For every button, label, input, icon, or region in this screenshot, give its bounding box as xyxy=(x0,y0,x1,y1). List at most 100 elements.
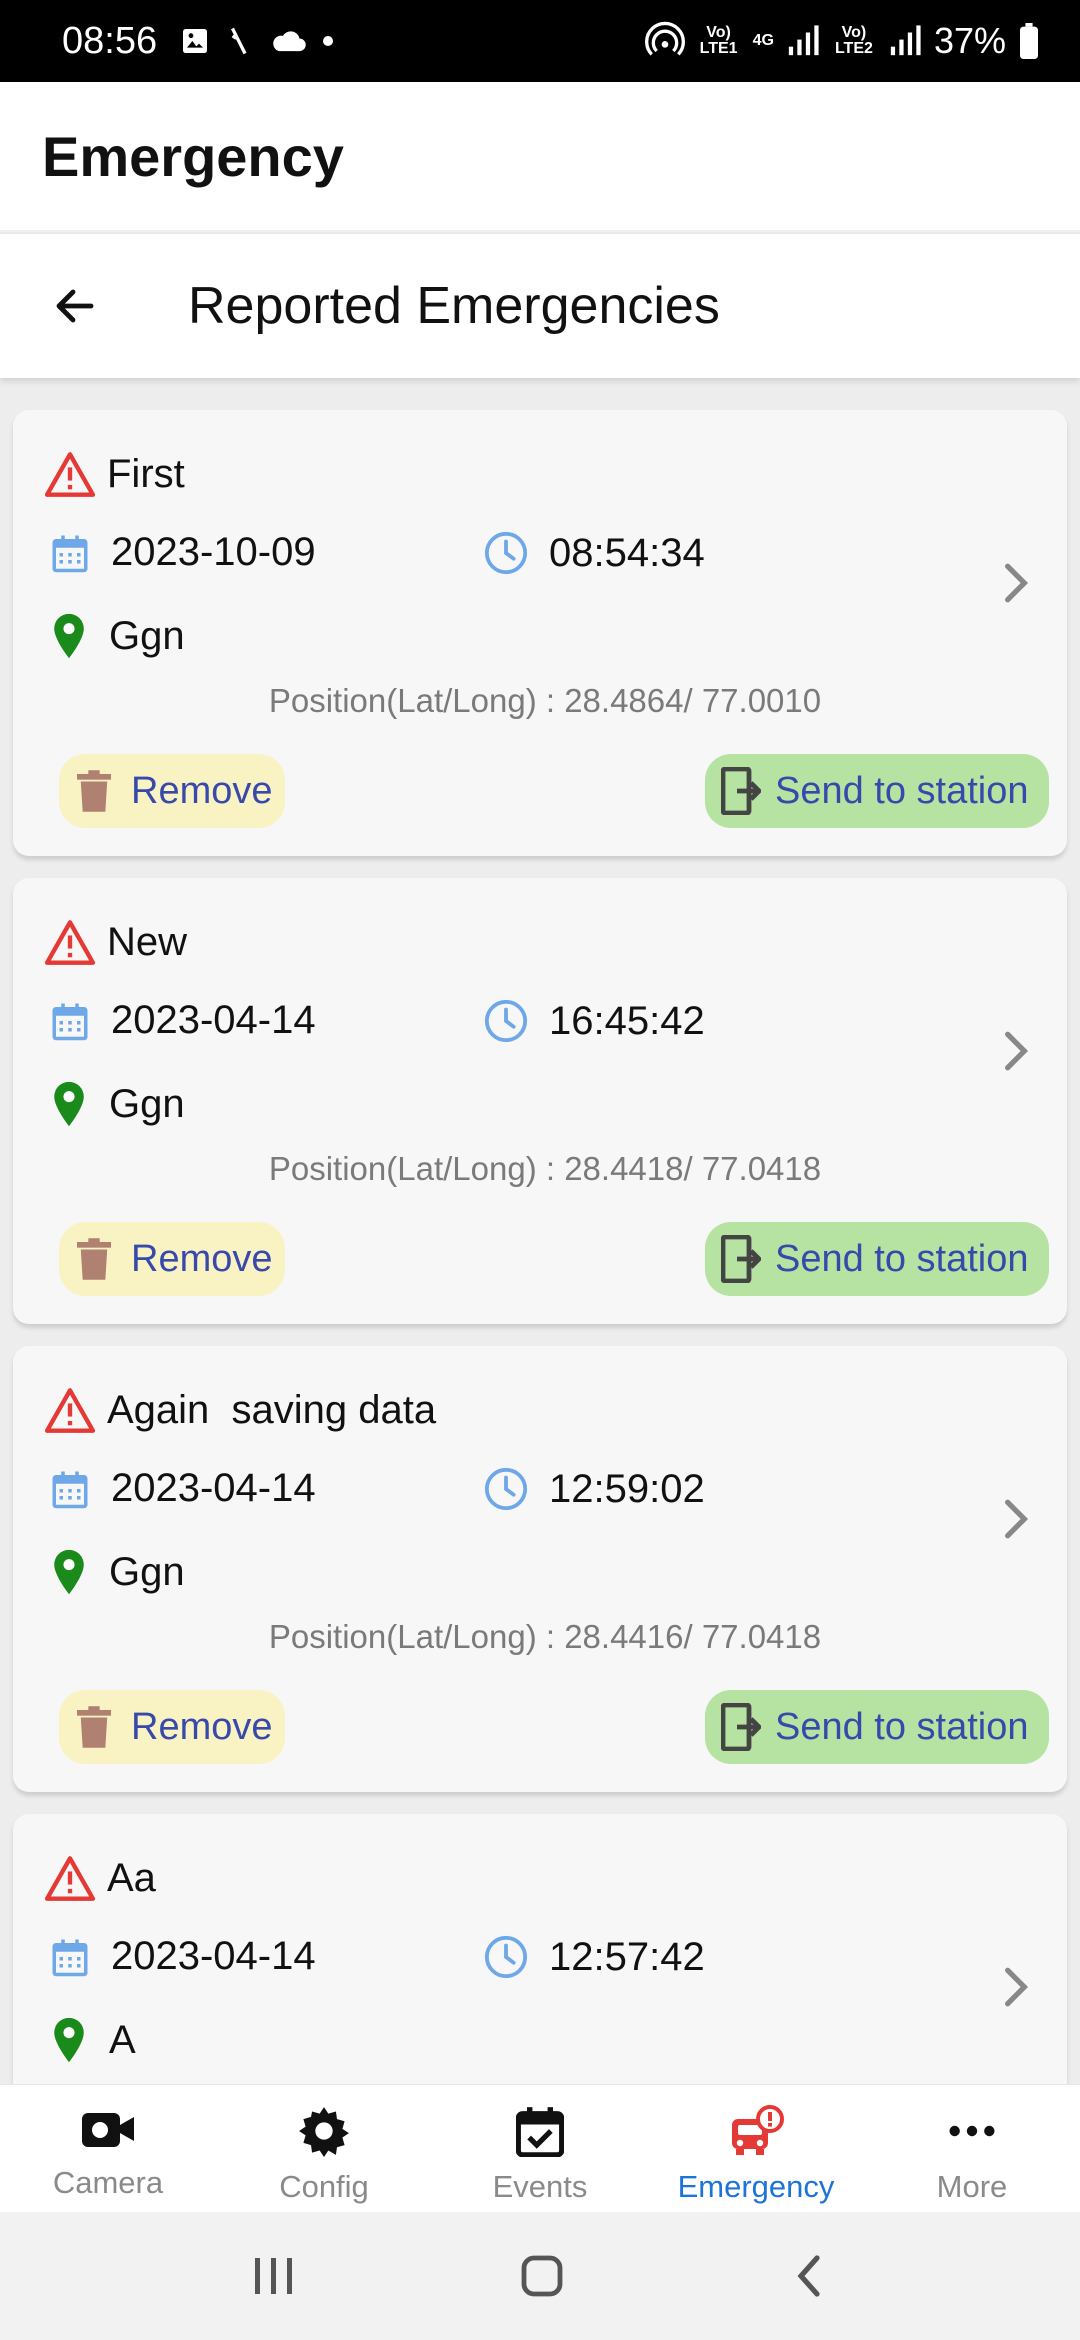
signal-icon xyxy=(788,25,819,56)
nav-camera[interactable]: Camera xyxy=(0,2085,216,2212)
page-title: Emergency xyxy=(42,124,344,188)
network-type: 4G xyxy=(752,32,774,49)
nav-more[interactable]: More xyxy=(864,2085,1080,2212)
location-pin-icon xyxy=(54,2017,84,2063)
battery-percent: 37% xyxy=(933,20,1006,61)
location-pin-icon xyxy=(54,1081,84,1127)
location-pin-icon xyxy=(54,1549,84,1595)
calendar-icon xyxy=(52,1939,88,1976)
back-nav-icon[interactable] xyxy=(789,2252,829,2300)
lte1-label: Vo) LTE1 xyxy=(699,24,738,57)
calendar-icon xyxy=(52,1003,88,1040)
nav-config[interactable]: Config xyxy=(216,2085,432,2212)
trash-icon xyxy=(77,1706,111,1748)
send-to-station-label: Send to station xyxy=(775,769,1029,812)
warning-icon xyxy=(44,1856,96,1901)
nav-label: Events xyxy=(492,2169,588,2204)
clock-icon xyxy=(484,1467,528,1511)
nav-events[interactable]: Events xyxy=(432,2085,648,2212)
emergency-list[interactable]: First 2023-10-09 08:54:34 Ggn Position(L… xyxy=(0,378,1080,2084)
exit-to-station-icon xyxy=(721,1235,761,1283)
signal-slash-icon xyxy=(231,27,247,55)
remove-label: Remove xyxy=(131,1237,273,1280)
send-to-station-label: Send to station xyxy=(775,1237,1029,1280)
camera-icon xyxy=(82,2113,134,2147)
send-to-station-button[interactable]: Send to station xyxy=(705,1222,1049,1296)
emergency-card[interactable]: New 2023-04-14 16:45:42 Ggn Position(Lat… xyxy=(13,878,1067,1324)
emergency-location: Ggn xyxy=(109,613,185,658)
chevron-right-icon[interactable] xyxy=(1001,560,1031,606)
emergency-name: Again saving data xyxy=(107,1387,437,1432)
emergency-time: 12:57:42 xyxy=(549,1934,705,1979)
status-bar: 08:56 Vo) LTE1 4G Vo) LTE2 37% xyxy=(0,0,1080,82)
remove-button[interactable]: Remove xyxy=(59,1222,285,1296)
status-time: 08:56 xyxy=(62,19,158,62)
emergency-time: 12:59:02 xyxy=(549,1466,705,1511)
nav-label: Emergency xyxy=(677,2169,835,2204)
exit-to-station-icon xyxy=(721,1703,761,1751)
remove-label: Remove xyxy=(131,1705,273,1748)
clock-icon xyxy=(484,999,528,1043)
recent-apps-icon[interactable] xyxy=(251,2254,295,2298)
send-to-station-label: Send to station xyxy=(775,1705,1029,1748)
emergency-vehicle-icon xyxy=(732,2105,784,2155)
remove-button[interactable]: Remove xyxy=(59,1690,285,1764)
arrow-left-icon xyxy=(56,289,94,323)
emergency-time: 08:54:34 xyxy=(549,530,705,575)
emergency-name: First xyxy=(107,451,185,496)
battery-icon xyxy=(1020,23,1038,59)
emergency-date: 2023-04-14 xyxy=(111,1466,316,1510)
warning-icon xyxy=(44,452,96,497)
emergency-date: 2023-04-14 xyxy=(111,998,316,1042)
clock-icon xyxy=(484,531,528,575)
emergency-location: A xyxy=(109,2017,136,2062)
exit-to-station-icon xyxy=(721,767,761,815)
emergency-position: Position(Lat/Long) : 28.4416/ 77.0418 xyxy=(268,1618,822,1655)
back-button[interactable] xyxy=(0,234,150,378)
nav-label: Camera xyxy=(52,2165,164,2200)
system-navigation-bar xyxy=(0,2212,1080,2340)
send-to-station-button[interactable]: Send to station xyxy=(705,1690,1049,1764)
calendar-icon xyxy=(52,535,88,572)
gallery-icon xyxy=(183,29,208,53)
signal-icon xyxy=(890,25,921,56)
sub-header: Reported Emergencies xyxy=(0,234,1080,378)
emergency-position: Position(Lat/Long) : 28.4864/ 77.0010 xyxy=(268,682,822,719)
trash-icon xyxy=(77,1238,111,1280)
dot-icon xyxy=(323,36,334,46)
calendar-check-icon xyxy=(516,2107,564,2157)
emergency-date: 2023-10-09 xyxy=(111,530,316,574)
emergency-name: Aa xyxy=(107,1855,156,1900)
remove-button[interactable]: Remove xyxy=(59,754,285,828)
hotspot-icon xyxy=(644,21,685,56)
gear-icon xyxy=(299,2107,349,2157)
more-dots-icon xyxy=(949,2125,995,2137)
app-bar: Emergency xyxy=(0,82,1080,232)
emergency-date: 2023-04-14 xyxy=(111,1934,316,1978)
nav-label: Config xyxy=(279,2169,369,2204)
warning-icon xyxy=(44,920,96,965)
location-pin-icon xyxy=(54,613,84,659)
emergency-card[interactable]: First 2023-10-09 08:54:34 Ggn Position(L… xyxy=(13,410,1067,856)
nav-label: More xyxy=(936,2169,1008,2204)
emergency-position: Position(Lat/Long) : 28.4418/ 77.0418 xyxy=(268,1150,822,1187)
cloud-icon xyxy=(273,31,306,52)
home-icon[interactable] xyxy=(518,2252,566,2300)
nav-emergency[interactable]: Emergency xyxy=(648,2085,864,2212)
chevron-right-icon[interactable] xyxy=(1001,1964,1031,2010)
chevron-right-icon[interactable] xyxy=(1001,1496,1031,1542)
emergency-card[interactable]: Aa 2023-04-14 12:57:42 A xyxy=(13,1814,1067,2084)
emergency-location: Ggn xyxy=(109,1081,185,1126)
emergency-card[interactable]: Again saving data 2023-04-14 12:59:02 Gg… xyxy=(13,1346,1067,1792)
emergency-time: 16:45:42 xyxy=(549,998,705,1043)
send-to-station-button[interactable]: Send to station xyxy=(705,754,1049,828)
remove-label: Remove xyxy=(131,769,273,812)
bottom-navigation: Camera Config Events Emergency More xyxy=(0,2084,1080,2212)
trash-icon xyxy=(77,770,111,812)
chevron-right-icon[interactable] xyxy=(1001,1028,1031,1074)
section-title: Reported Emergencies xyxy=(188,277,720,335)
calendar-icon xyxy=(52,1471,88,1508)
lte2-label: Vo) LTE2 xyxy=(834,24,873,57)
emergency-name: New xyxy=(107,919,188,964)
status-notification-icons xyxy=(179,24,335,58)
